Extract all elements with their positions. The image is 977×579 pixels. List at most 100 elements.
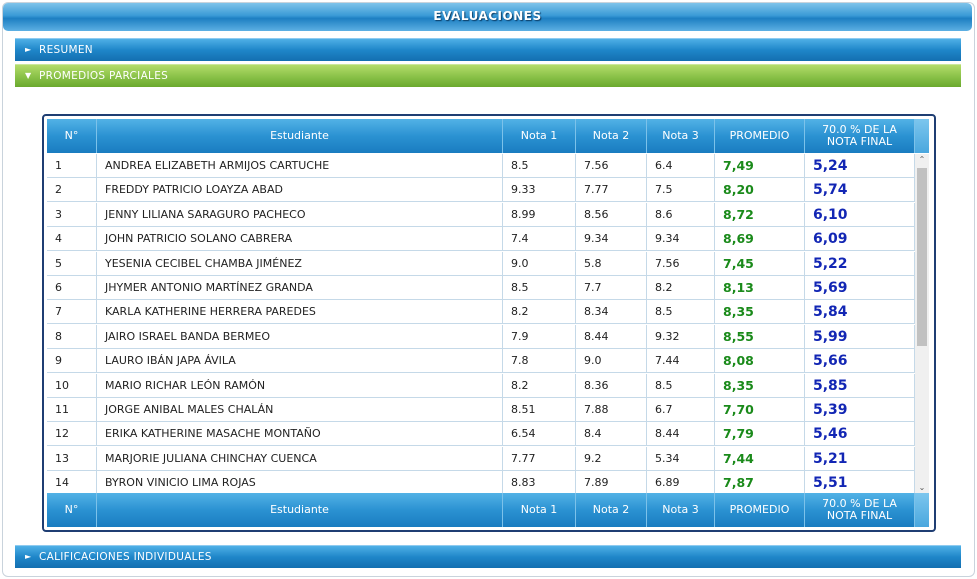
header-nota-final[interactable]: 70.0 % DE LA NOTA FINAL bbox=[805, 119, 915, 153]
table-row[interactable]: 7 KARLA KATHERINE HERRERA PAREDES 8.2 8.34 8… bbox=[47, 300, 915, 325]
cell-estudiante: MARIO RICHAR LEÓN RAMÓN bbox=[97, 373, 503, 398]
footer-estudiante: Estudiante bbox=[97, 493, 503, 527]
cell-promedio: 8,72 bbox=[715, 202, 805, 227]
grades-table: N° Estudiante Nota 1 Nota 2 Nota 3 PROME… bbox=[42, 114, 936, 532]
cell-nota-2: 8.4 bbox=[576, 422, 647, 447]
chevron-down-icon: ▼ bbox=[25, 71, 32, 80]
cell-estudiante: JHYMER ANTONIO MARTÍNEZ GRANDA bbox=[97, 276, 503, 300]
footer-nota-1: Nota 1 bbox=[503, 493, 576, 527]
table-row[interactable]: 3 JENNY LILIANA SARAGURO PACHECO 8.99 8.56 8… bbox=[47, 202, 915, 227]
cell-estudiante: JORGE ANIBAL MALES CHALÁN bbox=[97, 398, 503, 422]
scroll-up-icon[interactable]: ⌃ bbox=[915, 154, 929, 166]
header-numero[interactable]: N° bbox=[47, 119, 97, 153]
cell-promedio: 8,55 bbox=[715, 324, 805, 349]
accordion-resumen[interactable]: ► RESUMEN bbox=[15, 38, 961, 61]
page-title: EVALUACIONES bbox=[433, 9, 542, 23]
cell-nota-3: 6.89 bbox=[647, 471, 715, 494]
table-row[interactable]: 10 MARIO RICHAR LEÓN RAMÓN 8.2 8.36 8.5 8,35 5… bbox=[47, 373, 915, 398]
cell-promedio: 7,79 bbox=[715, 422, 805, 447]
cell-nota-2: 8.36 bbox=[576, 373, 647, 398]
scroll-thumb[interactable] bbox=[917, 168, 927, 346]
header-nota-3[interactable]: Nota 3 bbox=[647, 119, 715, 153]
cell-nota-2: 7.88 bbox=[576, 398, 647, 422]
table-scrollbar[interactable]: ⌃ ⌄ bbox=[915, 154, 929, 494]
cell-nota-final: 5,99 bbox=[805, 324, 915, 349]
cell-nota-2: 7.89 bbox=[576, 471, 647, 494]
cell-nota-1: 7.9 bbox=[503, 324, 576, 349]
header-nota-2[interactable]: Nota 2 bbox=[576, 119, 647, 153]
cell-nota-3: 8.5 bbox=[647, 300, 715, 325]
cell-nota-1: 8.51 bbox=[503, 398, 576, 422]
cell-nota-2: 7.56 bbox=[576, 154, 647, 178]
cell-nota-3: 9.32 bbox=[647, 324, 715, 349]
cell-promedio: 8,13 bbox=[715, 276, 805, 300]
cell-nota-2: 9.34 bbox=[576, 227, 647, 252]
table-row[interactable]: 9 LAURO IBÁN JAPA ÁVILA 7.8 9.0 7.44 8,08 5,66 bbox=[47, 349, 915, 374]
header-promedio[interactable]: PROMEDIO bbox=[715, 119, 805, 153]
table-row[interactable]: 13 MARJORIE JULIANA CHINCHAY CUENCA 7.77 9.… bbox=[47, 446, 915, 471]
cell-estudiante: KARLA KATHERINE HERRERA PAREDES bbox=[97, 300, 503, 325]
accordion-calificaciones-individuales[interactable]: ► CALIFICACIONES INDIVIDUALES bbox=[15, 545, 961, 568]
cell-nota-final: 5,69 bbox=[805, 276, 915, 300]
cell-estudiante: ERIKA KATHERINE MASACHE MONTAÑO bbox=[97, 422, 503, 447]
cell-numero: 11 bbox=[47, 398, 97, 422]
chevron-right-icon: ► bbox=[25, 552, 32, 561]
cell-nota-final: 5,85 bbox=[805, 373, 915, 398]
table-row[interactable]: 11 JORGE ANIBAL MALES CHALÁN 8.51 7.88 6.7 7,… bbox=[47, 398, 915, 422]
cell-nota-3: 5.34 bbox=[647, 446, 715, 471]
cell-nota-final: 6,10 bbox=[805, 202, 915, 227]
table-row[interactable]: 4 JOHN PATRICIO SOLANO CABRERA 7.4 9.34 9.34… bbox=[47, 227, 915, 252]
header-nota-1[interactable]: Nota 1 bbox=[503, 119, 576, 153]
cell-nota-3: 8.6 bbox=[647, 202, 715, 227]
accordion-promedios-label: PROMEDIOS PARCIALES bbox=[39, 70, 169, 82]
footer-numero: N° bbox=[47, 493, 97, 527]
cell-numero: 13 bbox=[47, 446, 97, 471]
cell-nota-final: 5,51 bbox=[805, 471, 915, 494]
table-row[interactable]: 1 ANDREA ELIZABETH ARMIJOS CARTUCHE 8.5 7.5… bbox=[47, 154, 915, 178]
chevron-right-icon: ► bbox=[25, 45, 32, 54]
cell-numero: 6 bbox=[47, 276, 97, 300]
cell-estudiante: JOHN PATRICIO SOLANO CABRERA bbox=[97, 227, 503, 252]
cell-numero: 12 bbox=[47, 422, 97, 447]
cell-numero: 14 bbox=[47, 471, 97, 494]
cell-nota-1: 6.54 bbox=[503, 422, 576, 447]
footer-nota-final: 70.0 % DE LA NOTA FINAL bbox=[805, 493, 915, 527]
cell-promedio: 8,35 bbox=[715, 300, 805, 325]
cell-numero: 7 bbox=[47, 300, 97, 325]
cell-nota-3: 9.34 bbox=[647, 227, 715, 252]
table-footer: N° Estudiante Nota 1 Nota 2 Nota 3 PROME… bbox=[47, 493, 915, 527]
cell-nota-1: 7.77 bbox=[503, 446, 576, 471]
cell-promedio: 8,35 bbox=[715, 373, 805, 398]
table-row[interactable]: 2 FREDDY PATRICIO LOAYZA ABAD 9.33 7.77 7.5 8… bbox=[47, 178, 915, 203]
cell-nota-3: 6.4 bbox=[647, 154, 715, 178]
cell-nota-2: 7.7 bbox=[576, 276, 647, 300]
cell-nota-final: 5,66 bbox=[805, 349, 915, 374]
cell-nota-final: 5,24 bbox=[805, 154, 915, 178]
cell-nota-3: 8.2 bbox=[647, 276, 715, 300]
cell-nota-final: 5,46 bbox=[805, 422, 915, 447]
cell-estudiante: JAIRO ISRAEL BANDA BERMEO bbox=[97, 324, 503, 349]
cell-nota-1: 8.2 bbox=[503, 300, 576, 325]
accordion-promedios-parciales[interactable]: ▼ PROMEDIOS PARCIALES bbox=[15, 64, 961, 87]
cell-nota-final: 5,84 bbox=[805, 300, 915, 325]
table-row[interactable]: 14 BYRON VINICIO LIMA ROJAS 8.83 7.89 6.89 7,… bbox=[47, 471, 915, 494]
cell-promedio: 8,20 bbox=[715, 178, 805, 203]
cell-promedio: 7,70 bbox=[715, 398, 805, 422]
header-estudiante[interactable]: Estudiante bbox=[97, 119, 503, 153]
cell-promedio: 7,44 bbox=[715, 446, 805, 471]
cell-estudiante: LAURO IBÁN JAPA ÁVILA bbox=[97, 349, 503, 374]
table-row[interactable]: 6 JHYMER ANTONIO MARTÍNEZ GRANDA 8.5 7.7 8.2… bbox=[47, 276, 915, 300]
cell-numero: 5 bbox=[47, 251, 97, 276]
table-row[interactable]: 8 JAIRO ISRAEL BANDA BERMEO 7.9 8.44 9.32 8,5… bbox=[47, 324, 915, 349]
cell-nota-1: 8.99 bbox=[503, 202, 576, 227]
table-row[interactable]: 12 ERIKA KATHERINE MASACHE MONTAÑO 6.54 8.4… bbox=[47, 422, 915, 447]
cell-estudiante: JENNY LILIANA SARAGURO PACHECO bbox=[97, 202, 503, 227]
cell-numero: 10 bbox=[47, 373, 97, 398]
cell-promedio: 7,87 bbox=[715, 471, 805, 494]
cell-nota-final: 5,74 bbox=[805, 178, 915, 203]
cell-nota-3: 8.44 bbox=[647, 422, 715, 447]
table-row[interactable]: 5 YESENIA CECIBEL CHAMBA JIMÉNEZ 9.0 5.8 7.5… bbox=[47, 251, 915, 276]
footer-nota-2: Nota 2 bbox=[576, 493, 647, 527]
cell-numero: 1 bbox=[47, 154, 97, 178]
cell-nota-1: 7.4 bbox=[503, 227, 576, 252]
